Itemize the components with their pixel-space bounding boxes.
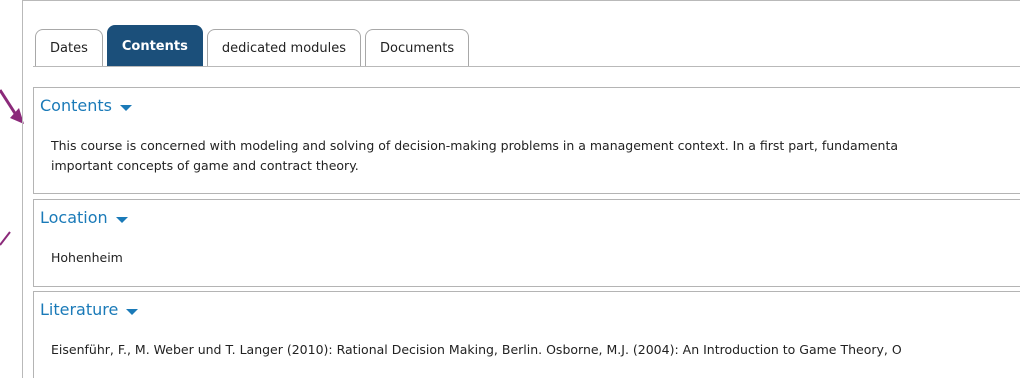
tab-divider: [33, 66, 1020, 67]
location-text: Hohenheim: [51, 250, 123, 265]
chevron-down-icon: [115, 216, 128, 223]
tab-bar: Dates Contents dedicated modules Documen…: [35, 25, 470, 67]
location-title: Location: [40, 208, 108, 227]
literature-toggle[interactable]: Literature: [40, 300, 139, 319]
chevron-down-icon: [119, 104, 132, 111]
chevron-down-icon: [126, 308, 139, 315]
tab-dates[interactable]: Dates: [35, 29, 103, 67]
location-toggle[interactable]: Location: [40, 208, 128, 227]
contents-toggle[interactable]: Contents: [40, 96, 132, 115]
tab-dedicated-modules[interactable]: dedicated modules: [206, 29, 362, 67]
tab-documents[interactable]: Documents: [365, 29, 470, 67]
literature-section: Literature Eisenführ, F., M. Weber und T…: [33, 291, 1020, 378]
literature-text: Eisenführ, F., M. Weber und T. Langer (2…: [51, 342, 902, 357]
literature-title: Literature: [40, 300, 119, 319]
contents-text-line-1: This course is concerned with modeling a…: [51, 138, 899, 153]
location-section: Location Hohenheim: [33, 199, 1020, 287]
contents-text-line-2: important concepts of game and contract …: [51, 158, 359, 173]
tab-contents[interactable]: Contents: [106, 25, 203, 67]
contents-section: Contents This course is concerned with m…: [33, 87, 1020, 194]
contents-title: Contents: [40, 96, 112, 115]
course-detail-panel: Dates Contents dedicated modules Documen…: [22, 0, 1020, 378]
